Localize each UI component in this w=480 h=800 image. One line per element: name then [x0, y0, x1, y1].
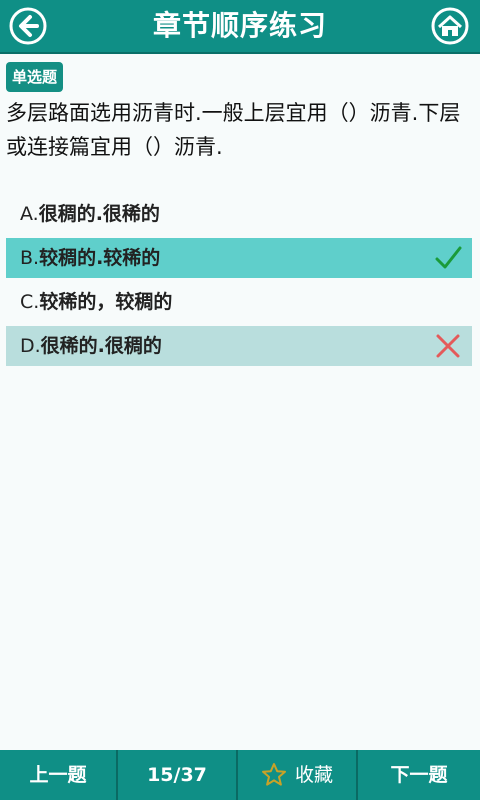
progress-counter: 15/37	[118, 750, 238, 800]
check-icon	[434, 244, 462, 272]
option-b[interactable]: B.较稠的.较稀的	[6, 238, 472, 278]
star-outline-icon	[261, 763, 286, 786]
option-text: 较稀的，较稠的	[39, 291, 173, 313]
option-c[interactable]: C.较稀的，较稠的	[6, 282, 472, 322]
app-screen: 章节顺序练习 单选题 多层路面选用沥青时.一般上层宜用（）沥青.下层或连接篇宜用…	[0, 0, 480, 800]
question-type-badge: 单选题	[6, 62, 64, 92]
favorite-button[interactable]: 收藏	[238, 750, 358, 800]
header-bar: 章节顺序练习	[0, 0, 480, 54]
home-button[interactable]	[430, 6, 470, 46]
question-text: 多层路面选用沥青时.一般上层宜用（）沥青.下层或连接篇宜用（）沥青.	[6, 101, 461, 159]
option-text: 很稠的.很稀的	[38, 203, 160, 225]
home-circle-icon	[431, 7, 469, 45]
footer-bar: 上一题 15/37 收藏 下一题	[0, 750, 480, 800]
option-d[interactable]: D.很稀的.很稠的	[6, 326, 472, 366]
options-list: A.很稠的.很稀的 B.较稠的.较稀的 C.较稀的，较稠的 D.很稀的.很稠的	[6, 194, 472, 370]
option-a[interactable]: A.很稠的.很稀的	[6, 194, 472, 234]
option-letter: C.	[20, 291, 40, 313]
option-letter: D.	[20, 335, 41, 357]
option-letter: A.	[20, 203, 39, 225]
prev-question-button[interactable]: 上一题	[0, 750, 118, 800]
option-text: 较稠的.较稀的	[39, 247, 161, 269]
option-text: 很稀的.很稠的	[40, 335, 162, 357]
next-question-button[interactable]: 下一题	[358, 750, 480, 800]
cross-icon	[434, 332, 462, 360]
page-title: 章节顺序练习	[152, 9, 327, 42]
favorite-label: 收藏	[294, 764, 333, 786]
option-letter: B.	[20, 247, 40, 269]
